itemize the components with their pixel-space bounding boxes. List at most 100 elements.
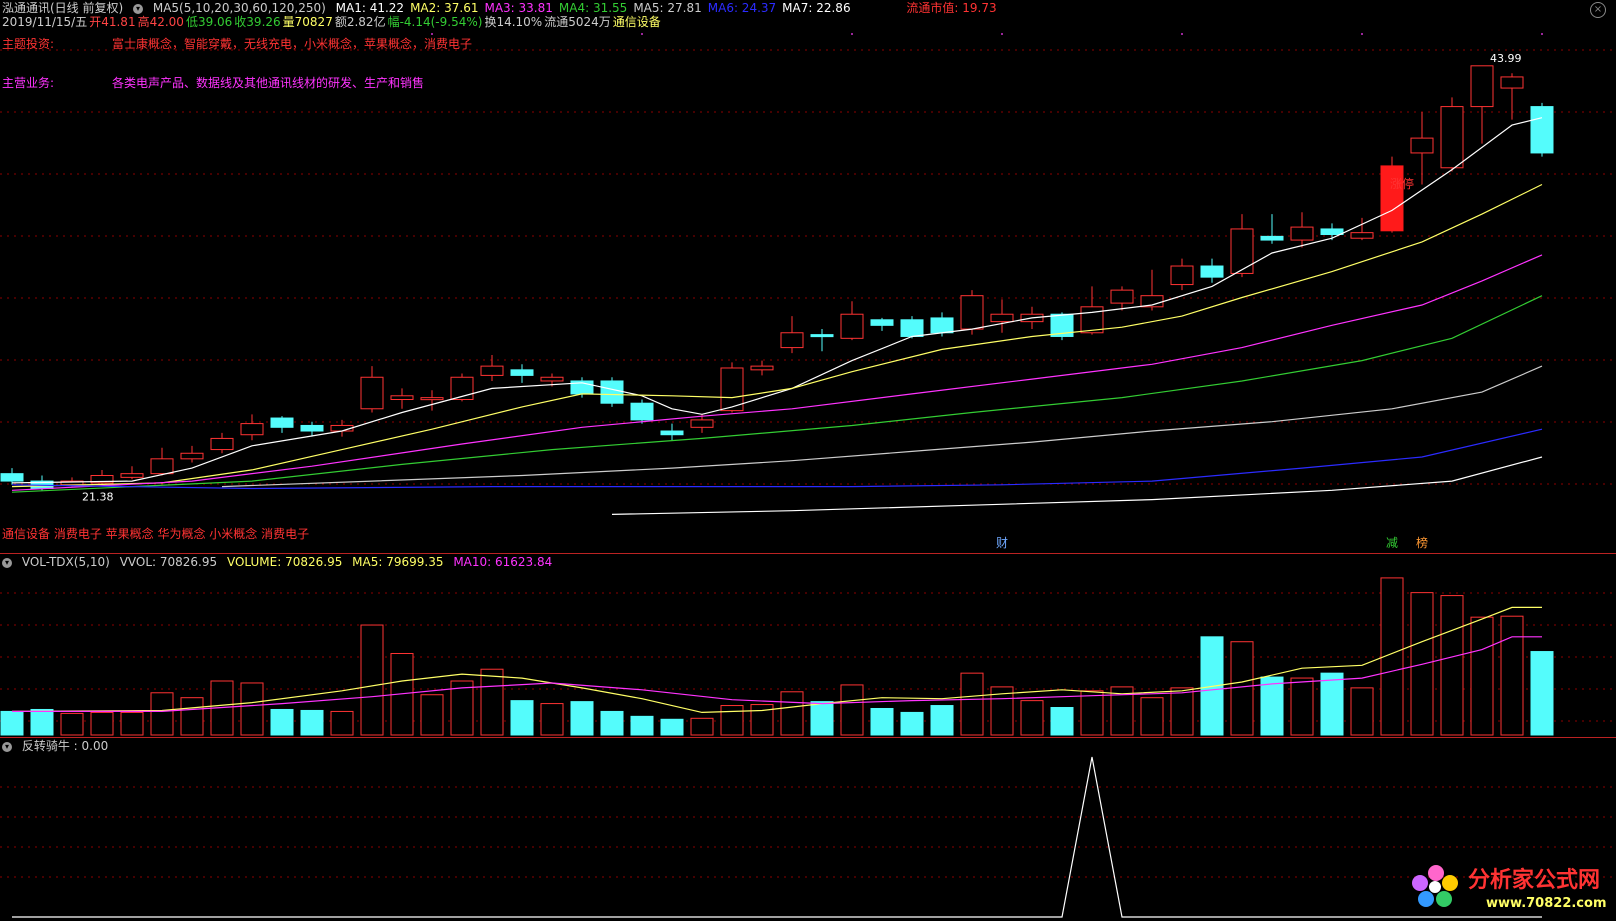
- candle-body: [1410, 137, 1434, 154]
- candle-body: [900, 319, 924, 337]
- volume-bar: [180, 697, 204, 736]
- low-price-label: 21.38: [82, 491, 114, 504]
- volume-bar: [1050, 707, 1074, 736]
- volume-bar: [300, 709, 324, 736]
- candle-body: [930, 317, 954, 334]
- finance-marker: 财: [996, 536, 1008, 550]
- logo-url: www.70822.com: [1486, 896, 1607, 911]
- ma-line-ma4: [11, 295, 1543, 493]
- ma-line-ma7: [611, 456, 1543, 515]
- volume-bar: [570, 701, 594, 736]
- volume-bar: [1230, 641, 1254, 736]
- candle-body: [180, 452, 204, 460]
- top-marker-dot: [1361, 33, 1363, 35]
- volume-bar: [930, 705, 954, 736]
- candle-body: [750, 365, 774, 371]
- volume-bar: [0, 710, 24, 736]
- indicator-line: [12, 756, 1542, 918]
- top-marker-dot: [1001, 33, 1003, 35]
- candle-body: [1380, 165, 1404, 232]
- volume-bar: [1020, 700, 1044, 736]
- volume-bar: [1320, 672, 1344, 736]
- top-marker-dot: [851, 33, 853, 35]
- volume-bar: [1260, 676, 1284, 736]
- volume-bar: [600, 710, 624, 736]
- candle-body: [1170, 265, 1194, 286]
- candle-body: [480, 365, 504, 376]
- candle-body: [390, 395, 414, 400]
- volume-bar: [720, 705, 744, 736]
- volume-bar: [1470, 616, 1494, 736]
- candle-body: [150, 458, 174, 475]
- candle-body: [240, 423, 264, 436]
- candle-body: [960, 295, 984, 330]
- volume-bar: [660, 718, 684, 736]
- volume-bar: [1350, 687, 1374, 736]
- reduce-marker: 减: [1386, 536, 1398, 550]
- candle-body: [540, 376, 564, 382]
- concept-tags: 通信设备 消费电子 苹果概念 华为概念 小米概念 消费电子: [2, 527, 315, 542]
- top-marker-dot: [431, 33, 433, 35]
- top-marker-dot: [1181, 33, 1183, 35]
- indicator-chart[interactable]: [0, 737, 1616, 921]
- volume-bar: [270, 708, 294, 736]
- volume-bar: [900, 711, 924, 736]
- volume-bar: [840, 684, 864, 736]
- logo-text: 分析家公式网: [1468, 867, 1600, 893]
- volume-bar: [780, 691, 804, 736]
- volume-bar: [30, 708, 54, 736]
- ma-line-ma5: [221, 365, 1543, 488]
- candle-body: [780, 332, 804, 349]
- candle-body: [1200, 265, 1224, 278]
- volume-bar: [690, 717, 714, 736]
- price-chart[interactable]: 21.38 43.99 涨停财 减 榜: [0, 0, 1616, 553]
- candle-body: [120, 473, 144, 478]
- volume-bar: [1140, 697, 1164, 736]
- volume-bar: [240, 682, 264, 736]
- candle-body: [270, 417, 294, 428]
- candle-body: [840, 313, 864, 339]
- volume-bar: [480, 668, 504, 736]
- high-price-label: 43.99: [1490, 52, 1522, 65]
- top-marker-dot: [1541, 33, 1543, 35]
- ma-line-ma3: [11, 254, 1543, 491]
- volume-bar: [870, 707, 894, 736]
- volume-bar: [360, 624, 384, 736]
- volume-bar: [540, 703, 564, 736]
- volume-bar: [90, 711, 114, 736]
- volume-bar: [1440, 595, 1464, 736]
- volume-bar: [1500, 615, 1524, 736]
- candle-body: [870, 319, 894, 326]
- candle-body: [1500, 76, 1524, 89]
- candle-body: [990, 313, 1014, 323]
- candle-body: [1350, 232, 1374, 239]
- candle-body: [630, 402, 654, 421]
- volume-bar: [630, 715, 654, 736]
- volume-bar: [1290, 677, 1314, 736]
- candle-body: [210, 437, 234, 451]
- candle-body: [1320, 228, 1344, 236]
- candle-body: [420, 397, 444, 401]
- candle-body: [660, 430, 684, 436]
- volume-bar: [510, 700, 534, 736]
- site-logo: 分析家公式网 www.70822.com: [1412, 865, 1607, 911]
- volume-chart[interactable]: [0, 553, 1616, 737]
- volume-bar: [420, 694, 444, 736]
- volume-bar: [150, 692, 174, 736]
- candle-body: [510, 369, 534, 376]
- candle-body: [1260, 235, 1284, 241]
- candle-body: [1080, 306, 1104, 334]
- candle-body: [360, 376, 384, 410]
- volume-bar: [120, 711, 144, 736]
- volume-bar: [60, 712, 84, 736]
- ma-line-ma6: [11, 428, 1543, 490]
- volume-bar: [1170, 687, 1194, 736]
- candle-body: [1110, 289, 1134, 304]
- list-marker: 榜: [1416, 535, 1428, 550]
- candle-body: [300, 424, 324, 432]
- flower-icon: [1412, 865, 1458, 907]
- volume-bar: [1080, 690, 1104, 736]
- limit-up-label: 涨停: [1390, 176, 1414, 191]
- volume-bar: [1530, 651, 1554, 736]
- candle-body: [0, 473, 24, 482]
